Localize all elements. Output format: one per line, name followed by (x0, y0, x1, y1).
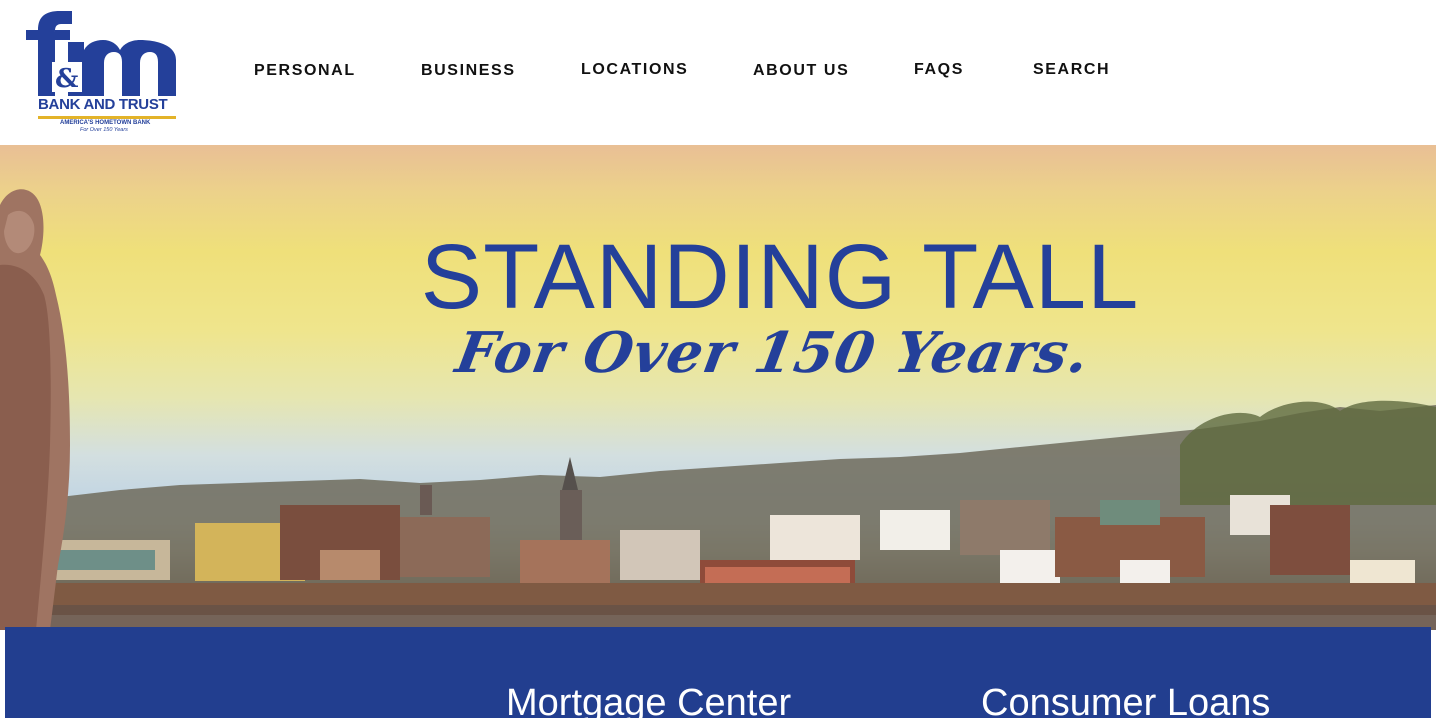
hero-town-photo (0, 189, 1436, 630)
logo-bank-name: BANK AND TRUST (38, 96, 168, 113)
logo-mark: & (26, 11, 176, 96)
mortgage-center-link[interactable]: Mortgage Center (506, 682, 791, 718)
hero-subtitle: For Over 150 Years. (451, 320, 1095, 386)
logo-ampersand: & (55, 64, 78, 94)
nav-personal[interactable]: PERSONAL (254, 62, 356, 80)
hero-banner: STANDING TALL For Over 150 Years. (0, 145, 1436, 630)
bank-logo[interactable]: & BANK AND TRUST AMERICA'S HOMETOWN BANK… (24, 10, 178, 136)
logo-tagline: AMERICA'S HOMETOWN BANK (60, 120, 151, 126)
consumer-loans-link[interactable]: Consumer Loans (981, 682, 1270, 718)
nav-about-us[interactable]: ABOUT US (753, 62, 849, 80)
nav-search[interactable]: SEARCH (1033, 61, 1110, 79)
nav-business[interactable]: BUSINESS (421, 62, 516, 80)
nav-faqs[interactable]: FAQS (914, 61, 964, 79)
logo-tagline-years: For Over 150 Years (80, 127, 128, 133)
logo-divider (38, 116, 176, 119)
hero-title: STANDING TALL (420, 226, 1140, 328)
nav-locations[interactable]: LOCATIONS (581, 61, 688, 79)
site-header: & BANK AND TRUST AMERICA'S HOMETOWN BANK… (0, 0, 1436, 145)
